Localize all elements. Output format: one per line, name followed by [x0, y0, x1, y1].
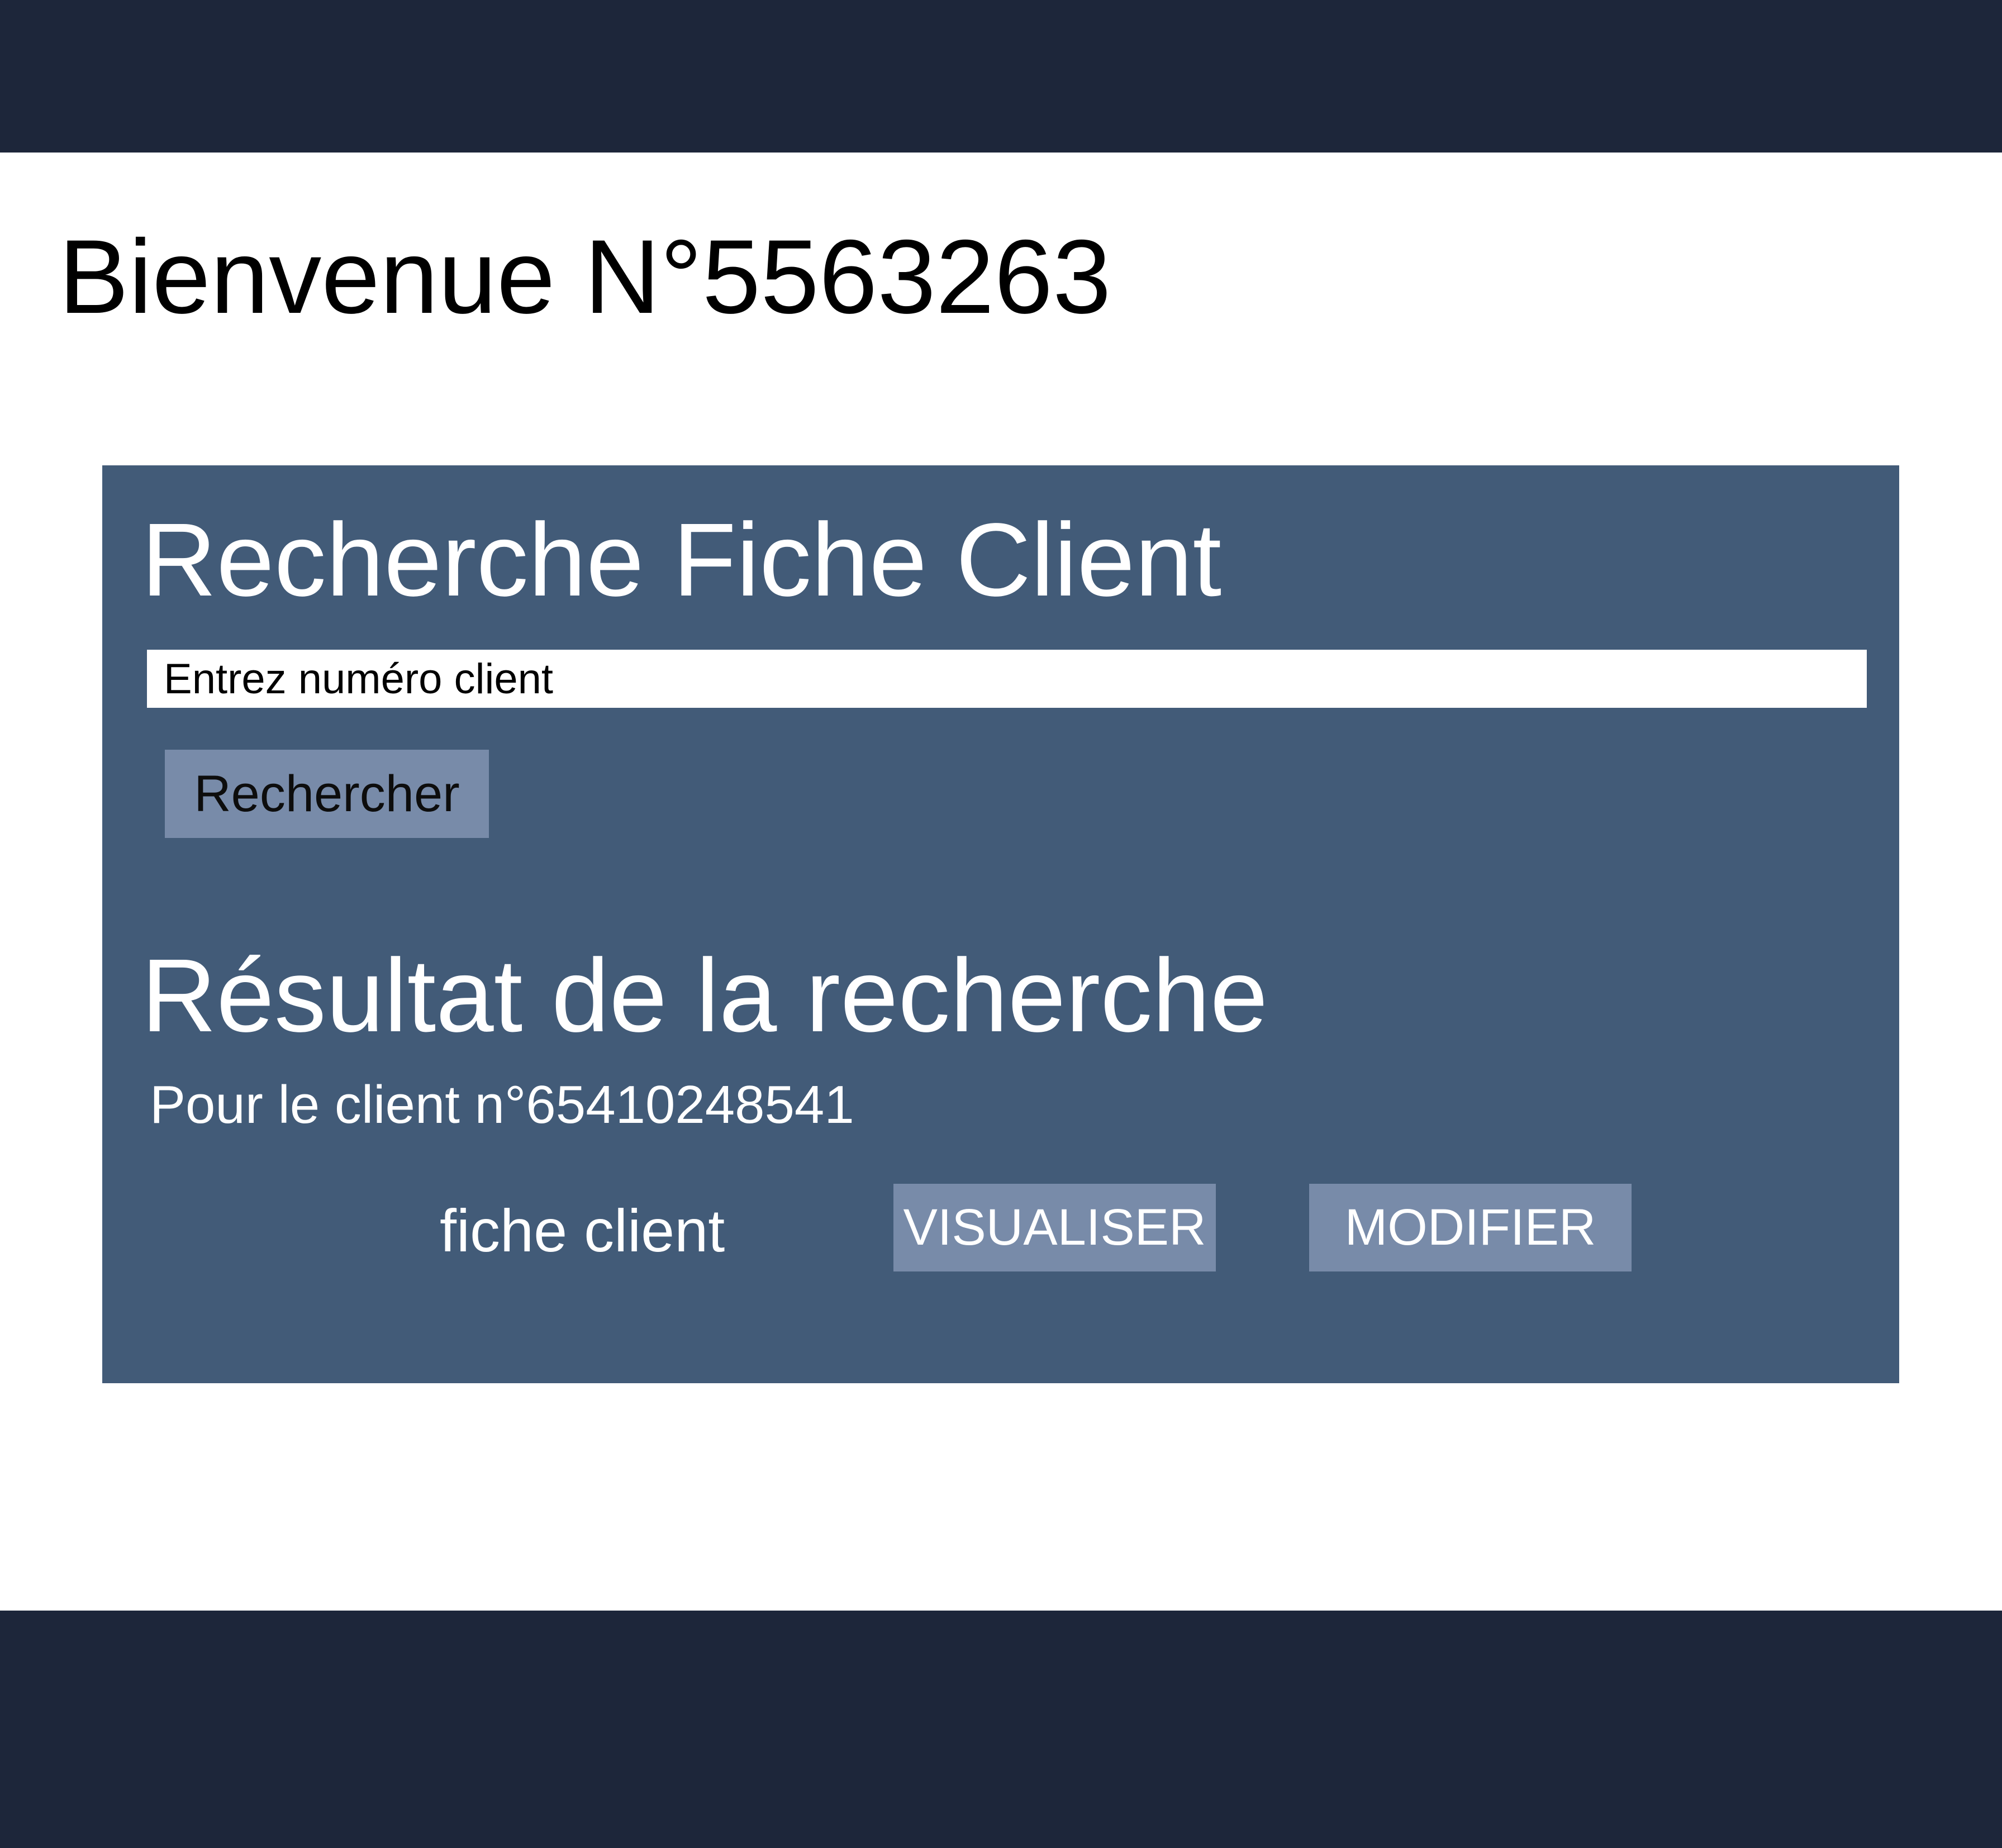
search-button[interactable]: Rechercher — [165, 750, 489, 838]
results-title: Résultat de la recherche — [141, 938, 1268, 1054]
bottom-bar — [0, 1611, 2002, 1848]
client-number-text: Pour le client n°65410248541 — [150, 1075, 854, 1135]
search-title: Recherche Fiche Client — [141, 502, 1222, 618]
client-number-input[interactable] — [147, 650, 1867, 708]
search-panel: Recherche Fiche Client Rechercher Résult… — [102, 465, 1899, 1383]
client-record-label: fiche client — [440, 1197, 725, 1264]
view-button[interactable]: VISUALISER — [893, 1184, 1216, 1271]
top-bar — [0, 0, 2002, 153]
welcome-title: Bienvenue N°5563263 — [59, 218, 1111, 335]
edit-button[interactable]: MODIFIER — [1309, 1184, 1632, 1271]
